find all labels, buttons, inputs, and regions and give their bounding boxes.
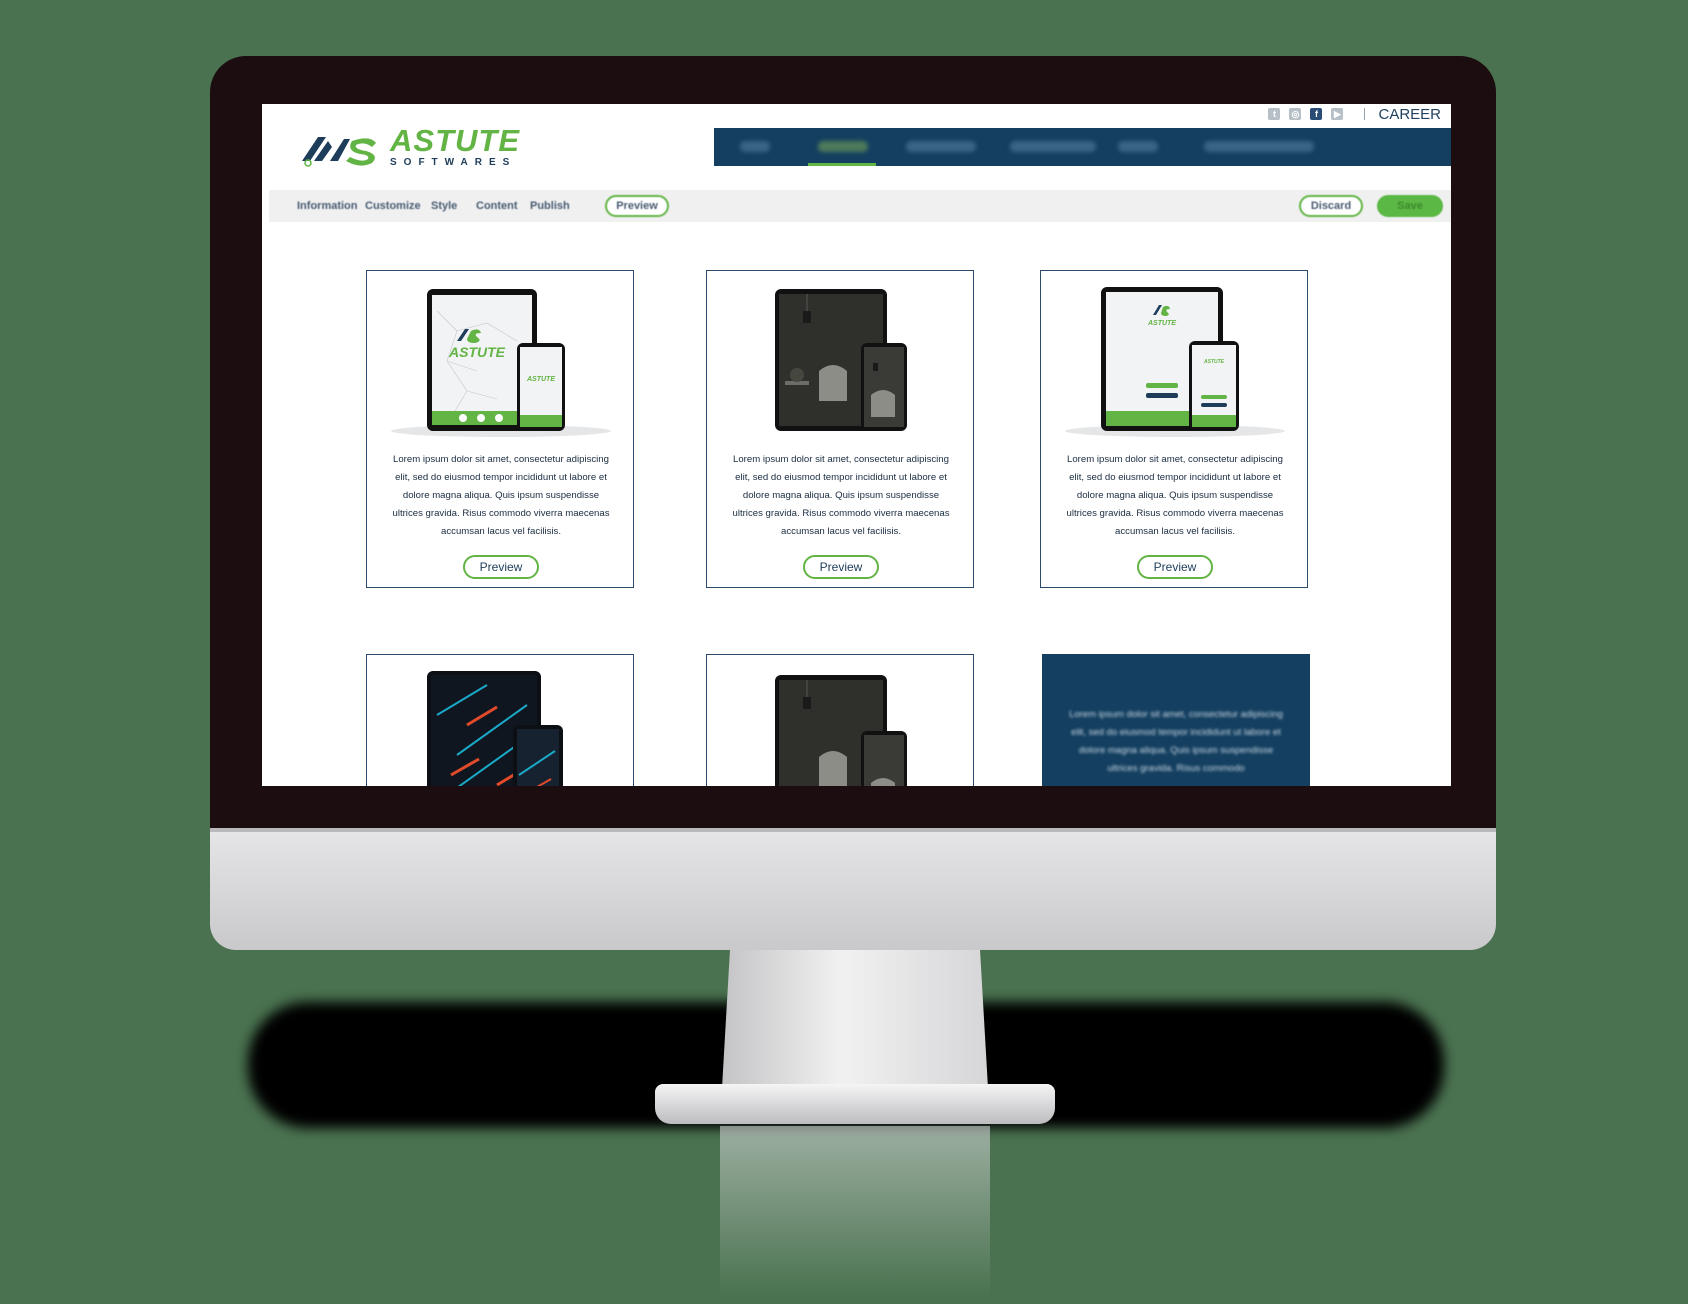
brand-logo[interactable]: ASTUTE SOFTWARES [300, 123, 520, 168]
card-preview-button[interactable]: Preview [803, 555, 879, 579]
brand-name: ASTUTE [390, 123, 520, 158]
tab-preview[interactable]: Preview [605, 195, 669, 217]
tab-customize[interactable]: Customize [365, 200, 421, 212]
twitter-icon[interactable]: t [1268, 108, 1281, 120]
instagram-icon[interactable]: ◎ [1289, 108, 1302, 120]
device-mockup-neon-abstract [427, 671, 563, 786]
card-description: Lorem ipsum dolor sit amet, consectetur … [392, 454, 610, 537]
social-bar: t ◎ f ▶ CAREER [1268, 104, 1441, 124]
promo-text: Lorem ipsum dolor sit amet, consectetur … [1069, 709, 1283, 774]
device-mockup-dark-interior [775, 675, 907, 786]
nav-item-5[interactable] [1118, 141, 1158, 152]
svg-text:ASTUTE: ASTUTE [448, 344, 506, 360]
topbar-divider [1364, 108, 1366, 120]
career-link[interactable]: CAREER [1378, 106, 1441, 123]
astute-logo-mark [302, 137, 376, 167]
monitor-chin [210, 828, 1496, 950]
theme-card: Lorem ipsum dolor sit amet, consectetur … [706, 270, 974, 588]
screen: t ◎ f ▶ CAREER ASTUTE SOFTWARES Informat… [262, 104, 1451, 786]
theme-card: ASTUTE ASTUTE Lorem ipsum dolor sit amet… [1040, 270, 1308, 588]
save-button[interactable]: Save [1377, 195, 1443, 217]
tab-information[interactable]: Information [297, 200, 358, 212]
theme-card: ASTUTE ASTUTE Lorem ipsum dolor sit amet… [366, 270, 634, 588]
device-mockup-light-network: ASTUTE ASTUTE [391, 289, 611, 437]
monitor-stand-base [655, 1084, 1055, 1124]
brand-subname: SOFTWARES [390, 157, 517, 168]
nav-item-6[interactable] [1204, 141, 1314, 152]
main-nav [714, 128, 1451, 166]
theme-card [706, 654, 974, 786]
stand-reflection [720, 1126, 990, 1296]
device-mockup-dark-interior [775, 289, 907, 431]
facebook-icon[interactable]: f [1310, 108, 1323, 120]
promo-card: Lorem ipsum dolor sit amet, consectetur … [1042, 654, 1310, 786]
tab-publish[interactable]: Publish [530, 200, 570, 212]
card-preview-button[interactable]: Preview [463, 555, 539, 579]
card-description: Lorem ipsum dolor sit amet, consectetur … [1066, 454, 1284, 537]
nav-active-underline [808, 163, 876, 166]
card-preview-button[interactable]: Preview [1137, 555, 1213, 579]
tab-content[interactable]: Content [476, 200, 518, 212]
nav-item-4[interactable] [1010, 141, 1096, 152]
tab-style[interactable]: Style [431, 200, 457, 212]
nav-item-2[interactable] [818, 141, 868, 152]
nav-item-1[interactable] [740, 141, 770, 152]
discard-button[interactable]: Discard [1299, 195, 1363, 217]
svg-text:ASTUTE: ASTUTE [526, 376, 555, 383]
youtube-icon[interactable]: ▶ [1331, 108, 1344, 120]
monitor-stand-neck [722, 950, 988, 1088]
nav-item-3[interactable] [906, 141, 976, 152]
theme-card [366, 654, 634, 786]
editor-toolbar: Information Customize Style Content Publ… [269, 190, 1451, 222]
svg-text:ASTUTE: ASTUTE [1147, 320, 1176, 327]
svg-text:ASTUTE: ASTUTE [1203, 359, 1225, 365]
card-description: Lorem ipsum dolor sit amet, consectetur … [732, 454, 950, 537]
device-mockup-light-login: ASTUTE ASTUTE [1065, 287, 1285, 437]
